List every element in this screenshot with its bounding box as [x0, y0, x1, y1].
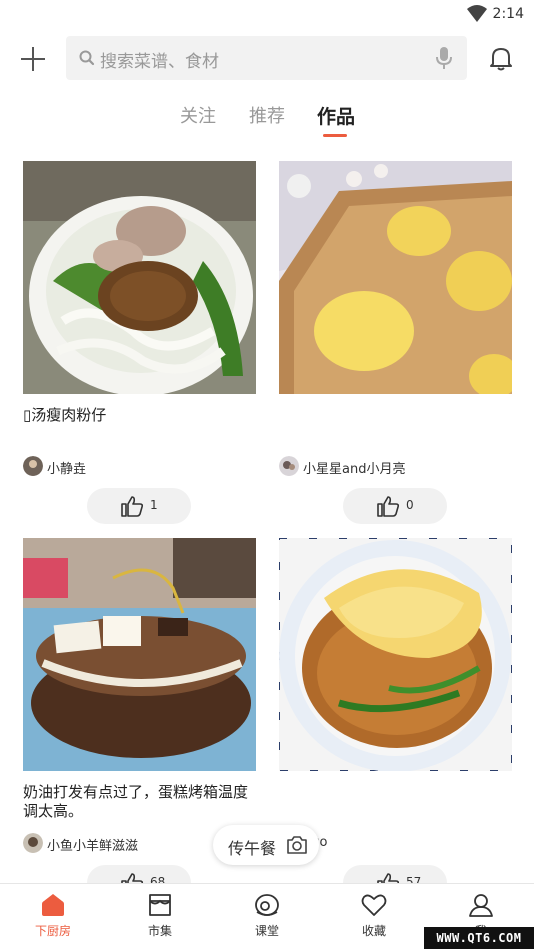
- search-icon: [79, 50, 95, 66]
- search-input[interactable]: 搜索菜谱、食材: [66, 36, 467, 80]
- microphone-icon[interactable]: [435, 46, 453, 70]
- house-icon: [42, 894, 64, 916]
- tab-recommend[interactable]: 推荐: [249, 102, 285, 128]
- nav-market[interactable]: 市集: [120, 892, 200, 948]
- heart-icon: [361, 894, 387, 916]
- avatar[interactable]: [23, 833, 43, 853]
- feed-tabs: 关注 推荐 作品: [0, 100, 534, 140]
- recipe-title[interactable]: [279, 406, 512, 446]
- status-time: 2:14: [492, 6, 524, 22]
- nav-favorites[interactable]: 收藏: [334, 892, 414, 948]
- recipe-card[interactable]: ▯汤瘦肉粉仔 小静垚 1: [23, 161, 256, 524]
- thumbs-up-icon: [121, 496, 144, 517]
- author-row[interactable]: 小静垚: [23, 456, 256, 478]
- recipe-photo[interactable]: [279, 538, 512, 771]
- bell-icon[interactable]: [488, 45, 514, 71]
- author-name[interactable]: 小星星and小月亮: [303, 458, 405, 477]
- status-bar: 2:14: [0, 0, 534, 30]
- nav-home[interactable]: 下厨房: [13, 892, 93, 948]
- author-row[interactable]: 小星星and小月亮: [279, 456, 512, 478]
- author-name[interactable]: 小鱼小羊鲜滋滋: [47, 835, 138, 854]
- recipe-photo[interactable]: [23, 538, 256, 771]
- camera-icon: [287, 836, 307, 854]
- recipe-title[interactable]: [279, 783, 512, 823]
- tab-works[interactable]: 作品: [317, 102, 355, 129]
- tab-follow[interactable]: 关注: [180, 102, 216, 128]
- like-button[interactable]: 0: [343, 488, 447, 524]
- header: 搜索菜谱、食材: [0, 36, 534, 80]
- thumbs-up-icon: [377, 496, 400, 517]
- upload-meal-label: 传午餐: [228, 839, 277, 858]
- active-tab-indicator: [323, 134, 347, 137]
- site-watermark: WWW.QT6.COM: [424, 927, 534, 949]
- like-count: 0: [406, 498, 414, 512]
- like-button[interactable]: 1: [87, 488, 191, 524]
- author-name[interactable]: 小静垚: [47, 458, 86, 477]
- nav-label: 市集: [147, 924, 172, 938]
- profile-icon: [469, 894, 493, 917]
- recipe-card[interactable]: 小星星and小月亮 0: [279, 161, 512, 524]
- nav-label: 课堂: [254, 924, 279, 938]
- classroom-icon: [255, 894, 279, 916]
- recipe-photo[interactable]: [23, 161, 256, 394]
- avatar[interactable]: [23, 456, 43, 476]
- nav-classroom[interactable]: 课堂: [227, 892, 307, 948]
- nav-label: 下厨房: [34, 924, 71, 938]
- recipe-title[interactable]: ▯汤瘦肉粉仔: [23, 406, 256, 446]
- avatar[interactable]: [279, 456, 299, 476]
- like-count: 1: [150, 498, 158, 512]
- market-icon: [149, 894, 171, 916]
- recipe-photo[interactable]: [279, 161, 512, 394]
- nav-label: 收藏: [361, 924, 386, 938]
- search-placeholder: 搜索菜谱、食材: [100, 52, 219, 72]
- wifi-icon: [467, 5, 487, 22]
- upload-meal-button[interactable]: 传午餐: [213, 825, 319, 865]
- recipe-title[interactable]: 奶油打发有点过了，蛋糕烤箱温度调太高。: [23, 783, 256, 823]
- add-button[interactable]: [20, 46, 46, 72]
